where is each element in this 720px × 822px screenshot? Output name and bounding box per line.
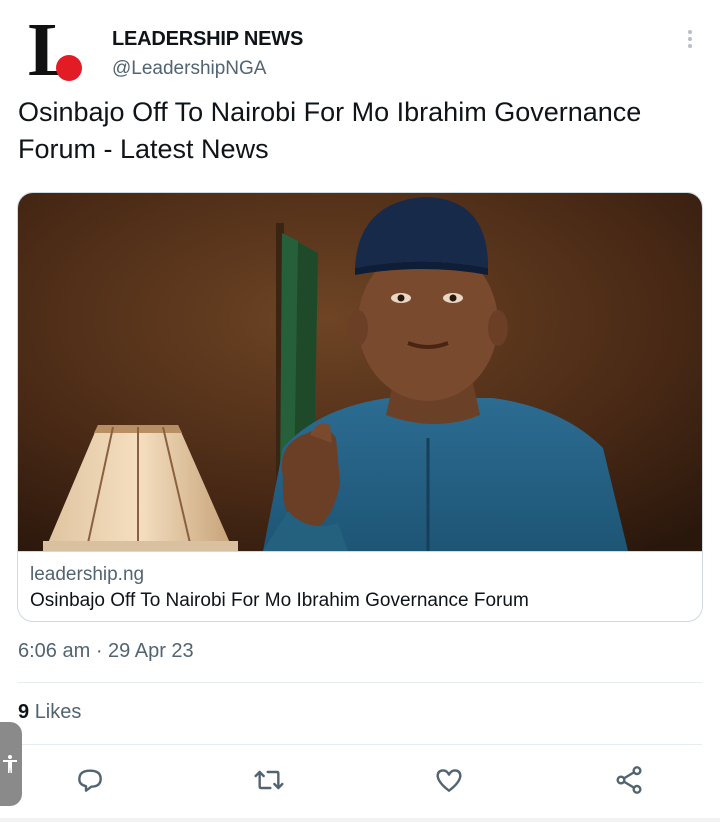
link-preview-card[interactable]: leadership.ng Osinbajo Off To Nairobi Fo… xyxy=(17,192,703,622)
author-name[interactable]: LEADERSHIP NEWS xyxy=(112,28,303,51)
tweet-header: L LEADERSHIP NEWS @LeadershipNGA xyxy=(0,0,720,95)
action-bar xyxy=(0,748,720,814)
tweet-timestamp[interactable]: 6:06 am · 29 Apr 23 xyxy=(18,640,194,663)
author-avatar[interactable]: L xyxy=(28,12,90,88)
likes-label: Likes xyxy=(34,701,82,723)
like-icon[interactable] xyxy=(433,764,465,796)
reply-icon[interactable] xyxy=(74,764,106,796)
bottom-edge xyxy=(0,818,720,822)
card-title: Osinbajo Off To Nairobi For Mo Ibrahim G… xyxy=(30,590,529,611)
likes-number: 9 xyxy=(18,701,30,723)
card-image[interactable] xyxy=(18,193,702,551)
divider-bottom xyxy=(18,744,702,745)
likes-count[interactable]: 9 Likes xyxy=(18,701,81,724)
card-domain: leadership.ng xyxy=(30,564,145,585)
accessibility-icon[interactable] xyxy=(0,722,22,806)
logo-dot xyxy=(56,55,82,81)
card-meta[interactable]: leadership.ng Osinbajo Off To Nairobi Fo… xyxy=(18,551,702,621)
more-options-icon[interactable] xyxy=(680,28,700,50)
author-handle[interactable]: @LeadershipNGA xyxy=(112,58,266,80)
tweet-text: Osinbajo Off To Nairobi For Mo Ibrahim G… xyxy=(18,97,642,164)
divider-top xyxy=(18,682,702,683)
retweet-icon[interactable] xyxy=(253,764,285,796)
share-icon[interactable] xyxy=(613,764,645,796)
